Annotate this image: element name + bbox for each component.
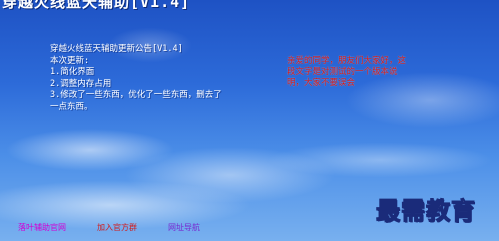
- notice-item: 1.简化界面: [50, 67, 95, 77]
- window-title: 穿越火线蓝天辅助[V1.4]: [2, 0, 191, 11]
- site-navigation-link[interactable]: 网址导航: [168, 222, 200, 233]
- notice-heading: 穿越火线蓝天辅助更新公告[V1.4]: [50, 44, 183, 54]
- join-group-link[interactable]: 加入官方群: [97, 222, 137, 233]
- footer-links: 落叶辅助官网 加入官方群 网址导航: [18, 222, 258, 234]
- notice-intro: 本次更新:: [50, 55, 90, 66]
- notice-item: 2.调整内存占用: [50, 78, 112, 89]
- official-site-link[interactable]: 落叶辅助官网: [18, 222, 66, 233]
- update-notice: 穿越火线蓝天辅助更新公告[V1.4] 本次更新: 1.简化界面 2.调整内存占用…: [50, 44, 230, 113]
- side-note: 亲爱的同学，朋友们大家好，这段文字是对测试的一个版本说明，大家不要误会: [287, 56, 407, 88]
- watermark-logo: 最需教育: [376, 196, 476, 226]
- notice-item: 3.修改了一些东西，优化了一些东西，删去了一点东西。: [50, 90, 222, 112]
